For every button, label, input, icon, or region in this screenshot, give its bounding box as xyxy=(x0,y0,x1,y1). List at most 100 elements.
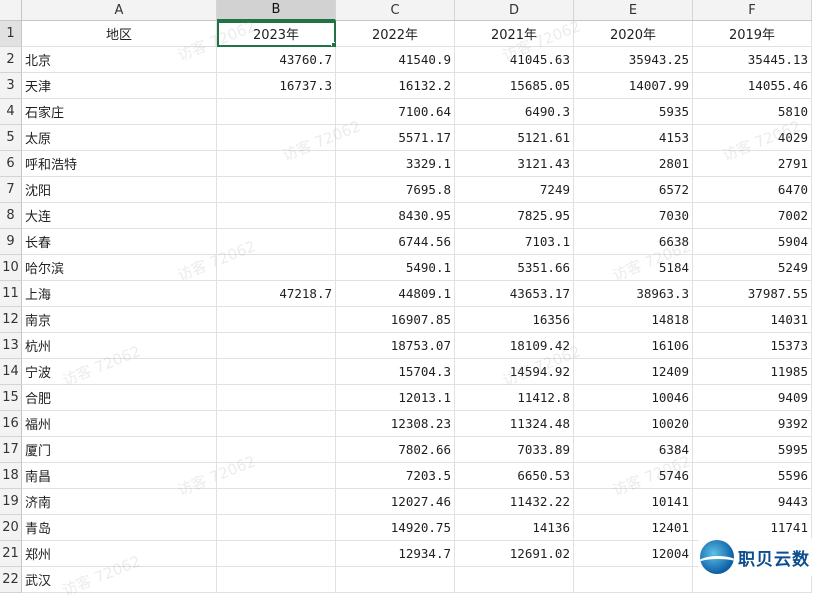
value-cell[interactable]: 2791 xyxy=(693,151,812,177)
row-header[interactable]: 9 xyxy=(0,229,22,255)
value-cell[interactable]: 2801 xyxy=(574,151,693,177)
value-cell[interactable]: 12004 xyxy=(574,541,693,567)
row-header[interactable]: 5 xyxy=(0,125,22,151)
region-cell[interactable]: 大连 xyxy=(22,203,217,229)
value-cell[interactable]: 7033.89 xyxy=(455,437,574,463)
row-header[interactable]: 19 xyxy=(0,489,22,515)
region-cell[interactable]: 济南 xyxy=(22,489,217,515)
value-cell[interactable] xyxy=(455,567,574,593)
value-cell[interactable]: 5904 xyxy=(693,229,812,255)
value-cell[interactable]: 16106 xyxy=(574,333,693,359)
region-cell[interactable]: 合肥 xyxy=(22,385,217,411)
value-cell[interactable]: 5121.61 xyxy=(455,125,574,151)
row-header[interactable]: 22 xyxy=(0,567,22,593)
row-header[interactable]: 16 xyxy=(0,411,22,437)
row-header[interactable]: 4 xyxy=(0,99,22,125)
select-all-corner[interactable] xyxy=(0,0,22,21)
value-cell[interactable]: 41045.63 xyxy=(455,47,574,73)
value-cell[interactable]: 4029 xyxy=(693,125,812,151)
value-cell[interactable]: 7100.64 xyxy=(336,99,455,125)
value-cell[interactable] xyxy=(217,333,336,359)
region-cell[interactable]: 呼和浩特 xyxy=(22,151,217,177)
column-header-b[interactable]: B xyxy=(217,0,336,21)
value-cell[interactable] xyxy=(217,229,336,255)
value-cell[interactable]: 12409 xyxy=(574,359,693,385)
value-cell[interactable] xyxy=(217,255,336,281)
value-cell[interactable]: 6638 xyxy=(574,229,693,255)
row-header[interactable]: 8 xyxy=(0,203,22,229)
value-cell[interactable]: 7695.8 xyxy=(336,177,455,203)
value-cell[interactable]: 5184 xyxy=(574,255,693,281)
value-cell[interactable]: 35445.13 xyxy=(693,47,812,73)
row-header[interactable]: 2 xyxy=(0,47,22,73)
value-cell[interactable]: 5995 xyxy=(693,437,812,463)
value-cell[interactable] xyxy=(217,307,336,333)
row-header[interactable]: 10 xyxy=(0,255,22,281)
value-cell[interactable]: 11432.22 xyxy=(455,489,574,515)
value-cell[interactable] xyxy=(217,385,336,411)
region-cell[interactable]: 宁波 xyxy=(22,359,217,385)
value-cell[interactable]: 8430.95 xyxy=(336,203,455,229)
value-cell[interactable] xyxy=(217,99,336,125)
value-cell[interactable] xyxy=(217,359,336,385)
value-cell[interactable]: 5571.17 xyxy=(336,125,455,151)
region-cell[interactable]: 青岛 xyxy=(22,515,217,541)
value-cell[interactable]: 12308.23 xyxy=(336,411,455,437)
value-cell[interactable]: 18109.42 xyxy=(455,333,574,359)
header-cell-2022[interactable]: 2022年 xyxy=(336,21,455,47)
value-cell[interactable]: 16737.3 xyxy=(217,73,336,99)
region-cell[interactable]: 太原 xyxy=(22,125,217,151)
value-cell[interactable]: 47218.7 xyxy=(217,281,336,307)
region-cell[interactable]: 福州 xyxy=(22,411,217,437)
row-header[interactable]: 7 xyxy=(0,177,22,203)
region-cell[interactable]: 杭州 xyxy=(22,333,217,359)
column-header-c[interactable]: C xyxy=(336,0,455,21)
value-cell[interactable]: 7030 xyxy=(574,203,693,229)
header-cell-2019[interactable]: 2019年 xyxy=(693,21,812,47)
value-cell[interactable]: 6384 xyxy=(574,437,693,463)
value-cell[interactable]: 14007.99 xyxy=(574,73,693,99)
value-cell[interactable]: 14920.75 xyxy=(336,515,455,541)
column-header-a[interactable]: A xyxy=(22,0,217,21)
value-cell[interactable]: 5490.1 xyxy=(336,255,455,281)
region-cell[interactable]: 上海 xyxy=(22,281,217,307)
value-cell[interactable]: 5596 xyxy=(693,463,812,489)
value-cell[interactable] xyxy=(217,125,336,151)
row-header[interactable]: 21 xyxy=(0,541,22,567)
value-cell[interactable]: 7002 xyxy=(693,203,812,229)
value-cell[interactable]: 6470 xyxy=(693,177,812,203)
value-cell[interactable]: 10141 xyxy=(574,489,693,515)
value-cell[interactable]: 11412.8 xyxy=(455,385,574,411)
value-cell[interactable]: 37987.55 xyxy=(693,281,812,307)
row-header[interactable]: 14 xyxy=(0,359,22,385)
value-cell[interactable]: 16907.85 xyxy=(336,307,455,333)
region-cell[interactable]: 厦门 xyxy=(22,437,217,463)
value-cell[interactable]: 41540.9 xyxy=(336,47,455,73)
value-cell[interactable]: 12013.1 xyxy=(336,385,455,411)
row-header[interactable]: 13 xyxy=(0,333,22,359)
value-cell[interactable] xyxy=(336,567,455,593)
value-cell[interactable]: 5249 xyxy=(693,255,812,281)
value-cell[interactable]: 5935 xyxy=(574,99,693,125)
value-cell[interactable]: 5746 xyxy=(574,463,693,489)
region-cell[interactable]: 长春 xyxy=(22,229,217,255)
value-cell[interactable]: 6650.53 xyxy=(455,463,574,489)
value-cell[interactable]: 10046 xyxy=(574,385,693,411)
value-cell[interactable]: 11985 xyxy=(693,359,812,385)
region-cell[interactable]: 武汉 xyxy=(22,567,217,593)
value-cell[interactable]: 14031 xyxy=(693,307,812,333)
row-header[interactable]: 11 xyxy=(0,281,22,307)
value-cell[interactable]: 12691.02 xyxy=(455,541,574,567)
row-header[interactable]: 15 xyxy=(0,385,22,411)
value-cell[interactable]: 35943.25 xyxy=(574,47,693,73)
value-cell[interactable]: 7802.66 xyxy=(336,437,455,463)
value-cell[interactable] xyxy=(217,151,336,177)
value-cell[interactable]: 7249 xyxy=(455,177,574,203)
value-cell[interactable]: 7825.95 xyxy=(455,203,574,229)
value-cell[interactable]: 14055.46 xyxy=(693,73,812,99)
value-cell[interactable] xyxy=(217,541,336,567)
value-cell[interactable] xyxy=(217,567,336,593)
value-cell[interactable] xyxy=(217,515,336,541)
column-header-e[interactable]: E xyxy=(574,0,693,21)
region-cell[interactable]: 南昌 xyxy=(22,463,217,489)
